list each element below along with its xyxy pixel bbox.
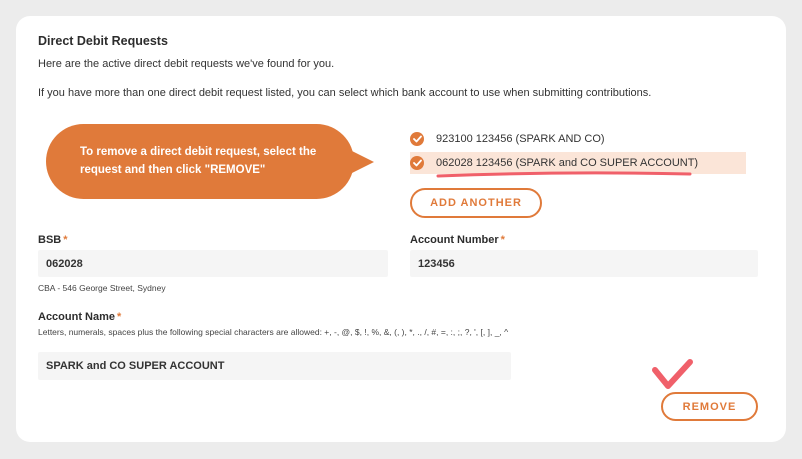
- account-number-label-text: Account Number: [410, 234, 499, 246]
- callout-text: To remove a direct debit request, select…: [80, 146, 317, 176]
- account-name-label-text: Account Name: [38, 311, 116, 323]
- bsb-label: BSB *: [38, 234, 68, 246]
- required-mark: *: [117, 311, 122, 323]
- remove-button[interactable]: REMOVE: [661, 392, 758, 421]
- bsb-label-text: BSB: [38, 234, 62, 246]
- add-another-button[interactable]: ADD ANOTHER: [410, 188, 542, 218]
- request-label: 923100 123456 (SPARK AND CO): [436, 133, 605, 145]
- required-mark: *: [63, 234, 68, 246]
- account-name-label: Account Name *: [38, 311, 121, 323]
- account-number-input[interactable]: 123456: [410, 250, 758, 277]
- request-label: 062028 123456 (SPARK and CO SUPER ACCOUN…: [436, 157, 699, 169]
- intro-text: Here are the active direct debit request…: [38, 58, 335, 70]
- annotation-check-icon: [652, 359, 693, 389]
- section-title: Direct Debit Requests: [38, 34, 168, 48]
- annotation-underline: [436, 171, 692, 178]
- check-circle-icon[interactable]: [410, 156, 424, 170]
- check-circle-icon[interactable]: [410, 132, 424, 146]
- account-name-hint: Letters, numerals, spaces plus the follo…: [38, 327, 509, 337]
- callout-tail: [350, 150, 374, 174]
- request-item-1[interactable]: 923100 123456 (SPARK AND CO): [410, 128, 746, 150]
- bsb-input[interactable]: 062028: [38, 250, 388, 277]
- bsb-branch-hint: CBA - 546 George Street, Sydney: [38, 283, 166, 293]
- required-mark: *: [500, 234, 505, 246]
- account-number-label: Account Number *: [410, 234, 505, 246]
- help-text: If you have more than one direct debit r…: [38, 87, 652, 99]
- account-name-input[interactable]: SPARK and CO SUPER ACCOUNT: [38, 352, 511, 380]
